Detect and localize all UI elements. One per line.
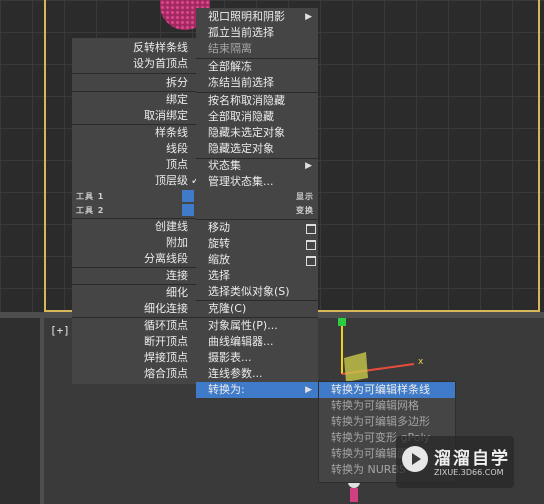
menu-item-manage-state-sets[interactable]: 管理状态集... xyxy=(208,174,274,190)
menu-item-unhide-by-name[interactable]: 按名称取消隐藏 xyxy=(208,93,285,109)
viewport-left[interactable] xyxy=(0,318,40,504)
quad-menu-right: 视口照明和阴影 ▶ 孤立当前选择 结束隔离 全部解冻 冻结当前选择 按名称取消隐… xyxy=(196,8,318,398)
menu-item-unbind[interactable]: 取消绑定 xyxy=(144,108,188,124)
menu-item-connect[interactable]: 连接 xyxy=(166,268,188,284)
viewport-label[interactable]: [+] xyxy=(50,324,70,337)
menu-item-hide-unselected[interactable]: 隐藏未选定对象 xyxy=(208,125,285,141)
menu-item-refine-connect[interactable]: 细化连接 xyxy=(144,301,188,317)
menu-item-cycle-vertices[interactable]: 循环顶点 xyxy=(144,318,188,334)
menu-item-move[interactable]: 移动 xyxy=(208,220,230,236)
menu-item-dope-sheet[interactable]: 摄影表... xyxy=(208,350,252,366)
menu-item-create-line[interactable]: 创建线 xyxy=(155,219,188,235)
menu-item-vertex[interactable]: 顶点 xyxy=(166,157,188,173)
viewport-frame-top xyxy=(44,0,46,312)
menu-item-select-similar[interactable]: 选择类似对象(S) xyxy=(208,284,290,300)
watermark-url: ZIXUE.3D66.COM xyxy=(434,468,504,477)
menu-item-reverse-spline[interactable]: 反转样条线 xyxy=(133,40,188,56)
menu-item-hide-selection[interactable]: 隐藏选定对象 xyxy=(208,141,274,157)
menu-item-attach[interactable]: 附加 xyxy=(166,235,188,251)
menu-item-fuse-vertices[interactable]: 熔合顶点 xyxy=(144,366,188,382)
menu-item-viewport-lighting[interactable]: 视口照明和阴影 xyxy=(208,9,285,25)
menu-item-clone[interactable]: 克隆(C) xyxy=(208,301,246,317)
tools2-label: 工具 2 xyxy=(76,206,105,215)
quad-menu-left: 反转样条线 设为首顶点 拆分 绑定 取消绑定 样条线 线段 顶点 顶层级 ✓ 工… xyxy=(72,38,200,384)
settings-box-icon[interactable] xyxy=(306,256,316,266)
submenu-arrow-icon: ▶ xyxy=(305,12,312,22)
menu-item-isolate-selection[interactable]: 孤立当前选择 xyxy=(208,25,274,41)
viewport-frame-right xyxy=(538,0,540,312)
menu-item-curve-editor[interactable]: 曲线编辑器... xyxy=(208,334,274,350)
submenu-arrow-icon: ▶ xyxy=(305,161,312,171)
submenu-item-editable-mesh[interactable]: 转换为可编辑网格 xyxy=(331,398,419,414)
transform-label: 变换 xyxy=(296,206,314,215)
menu-item-break-vertices[interactable]: 断开顶点 xyxy=(144,334,188,350)
menu-item-spline[interactable]: 样条线 xyxy=(155,125,188,141)
quad-center-bl[interactable] xyxy=(182,204,194,216)
display-label: 显示 xyxy=(296,192,314,201)
menu-item-state-sets[interactable]: 状态集 xyxy=(208,158,241,174)
menu-item-rotate[interactable]: 旋转 xyxy=(208,236,230,252)
menu-item-unfreeze-all[interactable]: 全部解冻 xyxy=(208,59,252,75)
svg-text:x: x xyxy=(418,357,424,367)
menu-item-select[interactable]: 选择 xyxy=(208,268,230,284)
menu-item-end-isolate[interactable]: 结束隔离 xyxy=(208,41,252,57)
menu-item-scale[interactable]: 缩放 xyxy=(208,252,230,268)
menu-item-unhide-all[interactable]: 全部取消隐藏 xyxy=(208,109,274,125)
menu-item-make-first[interactable]: 设为首顶点 xyxy=(133,56,188,72)
menu-item-detach-segment[interactable]: 分离线段 xyxy=(144,251,188,267)
submenu-item-editable-poly[interactable]: 转换为可编辑多边形 xyxy=(331,414,430,430)
menu-item-divide[interactable]: 拆分 xyxy=(166,75,188,91)
menu-item-segment[interactable]: 线段 xyxy=(166,141,188,157)
submenu-item-editable-spline[interactable]: 转换为可编辑样条线 xyxy=(331,382,430,398)
quad-center-tl[interactable] xyxy=(182,190,194,202)
watermark-title: 溜溜自学 xyxy=(434,449,510,469)
menu-item-bind[interactable]: 绑定 xyxy=(166,92,188,108)
submenu-item-nurbs[interactable]: 转换为 NURBS xyxy=(331,462,406,478)
submenu-arrow-icon: ▶ xyxy=(305,385,312,395)
menu-item-wire-parameters[interactable]: 连线参数... xyxy=(208,366,263,382)
menu-item-freeze-selection[interactable]: 冻结当前选择 xyxy=(208,75,274,91)
menu-item-convert-to[interactable]: 转换为: xyxy=(208,382,245,398)
settings-box-icon[interactable] xyxy=(306,224,316,234)
menu-item-top-level[interactable]: 顶层级 xyxy=(155,173,188,189)
menu-item-object-properties[interactable]: 对象属性(P)... xyxy=(208,318,278,334)
watermark: 溜溜自学 ZIXUE.3D66.COM xyxy=(396,436,514,488)
settings-box-icon[interactable] xyxy=(306,240,316,250)
watermark-logo-icon xyxy=(402,446,428,472)
tools1-label: 工具 1 xyxy=(76,192,105,201)
menu-item-weld-vertices[interactable]: 焊接顶点 xyxy=(144,350,188,366)
menu-item-refine[interactable]: 细化 xyxy=(166,285,188,301)
